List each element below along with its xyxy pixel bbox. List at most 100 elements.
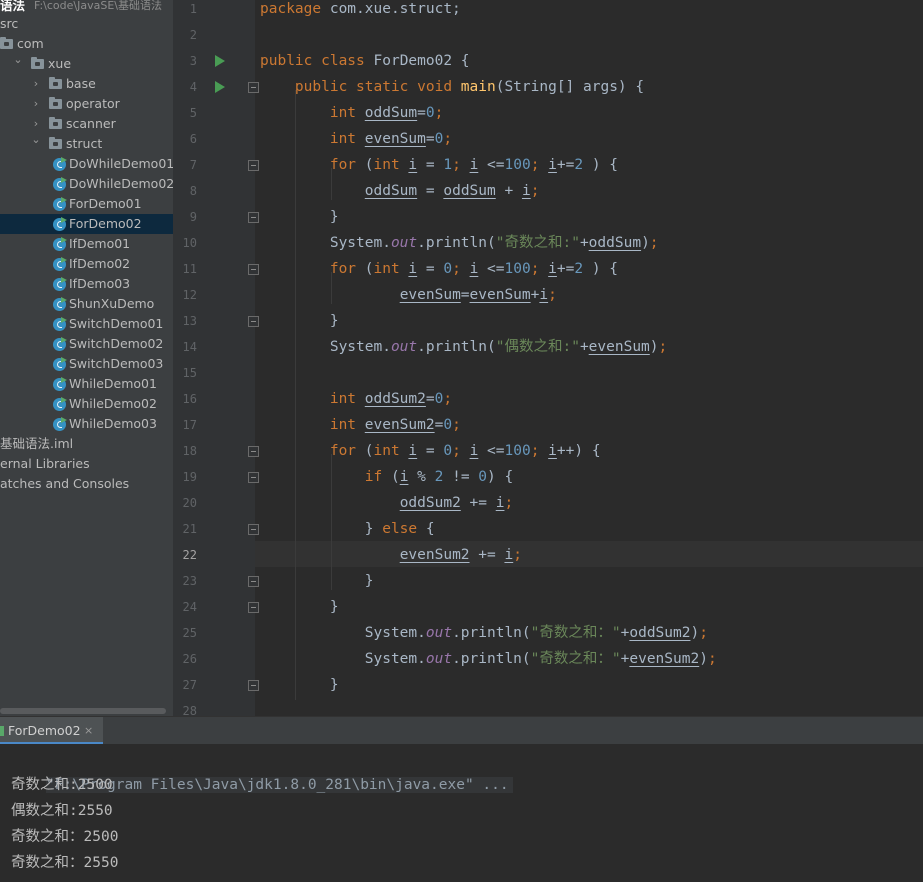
line-number[interactable]: 27 xyxy=(173,672,197,698)
code-line[interactable]: System.out.println("奇数之和："+evenSum2); xyxy=(260,646,717,672)
tree-item[interactable]: SwitchDemo01 xyxy=(0,314,173,334)
run-gutter-icon[interactable] xyxy=(215,81,225,93)
code-line[interactable]: int oddSum2=0; xyxy=(260,386,452,412)
chevron-down-icon[interactable]: ⌄ xyxy=(31,130,41,150)
line-number[interactable]: 24 xyxy=(173,594,197,620)
line-number[interactable]: 25 xyxy=(173,620,197,646)
fold-toggle-icon[interactable] xyxy=(248,160,259,171)
code-line[interactable]: if (i % 2 != 0) { xyxy=(260,464,513,490)
line-number[interactable]: 20 xyxy=(173,490,197,516)
tree-item[interactable]: › scanner xyxy=(0,114,173,134)
tree-item[interactable]: IfDemo01 xyxy=(0,234,173,254)
code-line[interactable]: for (int i = 1; i <=100; i+=2 ) { xyxy=(260,152,618,178)
line-number[interactable]: 22 xyxy=(173,542,197,568)
tree-item-label: ForDemo02 xyxy=(69,216,142,231)
fold-toggle-icon[interactable] xyxy=(248,446,259,457)
line-number[interactable]: 8 xyxy=(173,178,197,204)
tree-item[interactable]: WhileDemo03 xyxy=(0,414,173,434)
fold-toggle-icon[interactable] xyxy=(248,680,259,691)
line-number[interactable]: 13 xyxy=(173,308,197,334)
tree-item[interactable]: ⌄ xue xyxy=(0,53,173,74)
tree-item[interactable]: com xyxy=(0,34,173,54)
code-line[interactable]: } xyxy=(260,672,339,698)
code-line[interactable]: public class ForDemo02 { xyxy=(260,48,470,74)
code-line[interactable]: } xyxy=(260,204,339,230)
code-line[interactable]: } xyxy=(260,594,339,620)
line-number[interactable]: 11 xyxy=(173,256,197,282)
line-number[interactable]: 12 xyxy=(173,282,197,308)
code-token: 100 xyxy=(504,157,531,173)
chevron-right-icon[interactable]: › xyxy=(31,94,41,114)
tree-item[interactable]: DoWhileDemo01 xyxy=(0,154,173,174)
run-gutter-icon[interactable] xyxy=(215,55,225,67)
line-number[interactable]: 4 xyxy=(173,74,197,100)
code-line[interactable]: oddSum = oddSum + i; xyxy=(260,178,540,204)
line-number[interactable]: 1 xyxy=(173,0,197,22)
code-line[interactable]: for (int i = 0; i <=100; i++) { xyxy=(260,438,601,464)
tree-item[interactable]: ForDemo01 xyxy=(0,194,173,214)
code-line[interactable]: oddSum2 += i; xyxy=(260,490,514,516)
fold-toggle-icon[interactable] xyxy=(248,524,259,535)
line-number[interactable]: 7 xyxy=(173,152,197,178)
close-icon[interactable]: × xyxy=(84,717,93,744)
tree-item[interactable]: WhileDemo02 xyxy=(0,394,173,414)
code-line[interactable]: int evenSum=0; xyxy=(260,126,452,152)
tree-item[interactable]: ShunXuDemo xyxy=(0,294,173,314)
tree-item[interactable]: WhileDemo01 xyxy=(0,374,173,394)
tab-fordemo02[interactable]: ForDemo02 × xyxy=(0,717,103,745)
chevron-right-icon[interactable]: › xyxy=(31,74,41,94)
fold-toggle-icon[interactable] xyxy=(248,212,259,223)
line-number[interactable]: 18 xyxy=(173,438,197,464)
fold-toggle-icon[interactable] xyxy=(248,472,259,483)
tree-item[interactable]: IfDemo03 xyxy=(0,274,173,294)
code-line[interactable]: public static void main(String[] args) { xyxy=(260,74,644,100)
line-number[interactable]: 9 xyxy=(173,204,197,230)
fold-toggle-icon[interactable] xyxy=(248,264,259,275)
tree-item[interactable]: atches and Consoles xyxy=(0,474,173,494)
sidebar-horizontal-scrollbar[interactable] xyxy=(0,708,166,714)
code-line[interactable]: System.out.println("偶数之和:"+evenSum); xyxy=(260,334,667,360)
tree-item[interactable]: 基础语法.iml xyxy=(0,434,173,454)
line-number[interactable]: 2 xyxy=(173,22,197,48)
fold-toggle-icon[interactable] xyxy=(248,576,259,587)
tree-item[interactable]: › base xyxy=(0,74,173,94)
code-line[interactable]: evenSum=evenSum+i; xyxy=(260,282,557,308)
fold-toggle-icon[interactable] xyxy=(248,316,259,327)
code-line[interactable]: } xyxy=(260,568,374,594)
tree-item[interactable]: › operator xyxy=(0,94,173,114)
line-number[interactable]: 16 xyxy=(173,386,197,412)
line-number[interactable]: 26 xyxy=(173,646,197,672)
tree-item[interactable]: SwitchDemo02 xyxy=(0,334,173,354)
line-number[interactable]: 21 xyxy=(173,516,197,542)
tree-item[interactable]: src xyxy=(0,14,173,34)
line-number[interactable]: 6 xyxy=(173,126,197,152)
line-number[interactable]: 23 xyxy=(173,568,197,594)
tree-item[interactable]: ForDemo02 xyxy=(0,214,173,234)
code-line[interactable]: int evenSum2=0; xyxy=(260,412,461,438)
code-line[interactable]: System.out.println("奇数之和："+oddSum2); xyxy=(260,620,708,646)
code-line[interactable]: for (int i = 0; i <=100; i+=2 ) { xyxy=(260,256,618,282)
fold-toggle-icon[interactable] xyxy=(248,82,259,93)
run-console[interactable]: "F:\Program Files\Java\jdk1.8.0_281\bin\… xyxy=(0,744,923,882)
line-number[interactable]: 3 xyxy=(173,48,197,74)
code-line[interactable]: package com.xue.struct; xyxy=(260,0,461,22)
tree-item[interactable]: DoWhileDemo02 xyxy=(0,174,173,194)
fold-toggle-icon[interactable] xyxy=(248,602,259,613)
line-number[interactable]: 5 xyxy=(173,100,197,126)
line-number[interactable]: 14 xyxy=(173,334,197,360)
line-number[interactable]: 17 xyxy=(173,412,197,438)
tree-item[interactable]: ernal Libraries xyxy=(0,454,173,474)
line-number[interactable]: 10 xyxy=(173,230,197,256)
chevron-down-icon[interactable]: ⌄ xyxy=(13,50,23,70)
code-line[interactable]: evenSum2 += i; xyxy=(260,542,522,568)
code-line[interactable]: } else { xyxy=(260,516,435,542)
code-line[interactable]: int oddSum=0; xyxy=(260,100,444,126)
tree-item[interactable]: ⌄ struct xyxy=(0,133,173,154)
code-line[interactable]: } xyxy=(260,308,339,334)
console-command[interactable]: "F:\Program Files\Java\jdk1.8.0_281\bin\… xyxy=(45,777,513,793)
tree-item[interactable]: SwitchDemo03 xyxy=(0,354,173,374)
line-number[interactable]: 15 xyxy=(173,360,197,386)
line-number[interactable]: 19 xyxy=(173,464,197,490)
tree-item[interactable]: IfDemo02 xyxy=(0,254,173,274)
code-line[interactable]: System.out.println("奇数之和:"+oddSum); xyxy=(260,230,659,256)
